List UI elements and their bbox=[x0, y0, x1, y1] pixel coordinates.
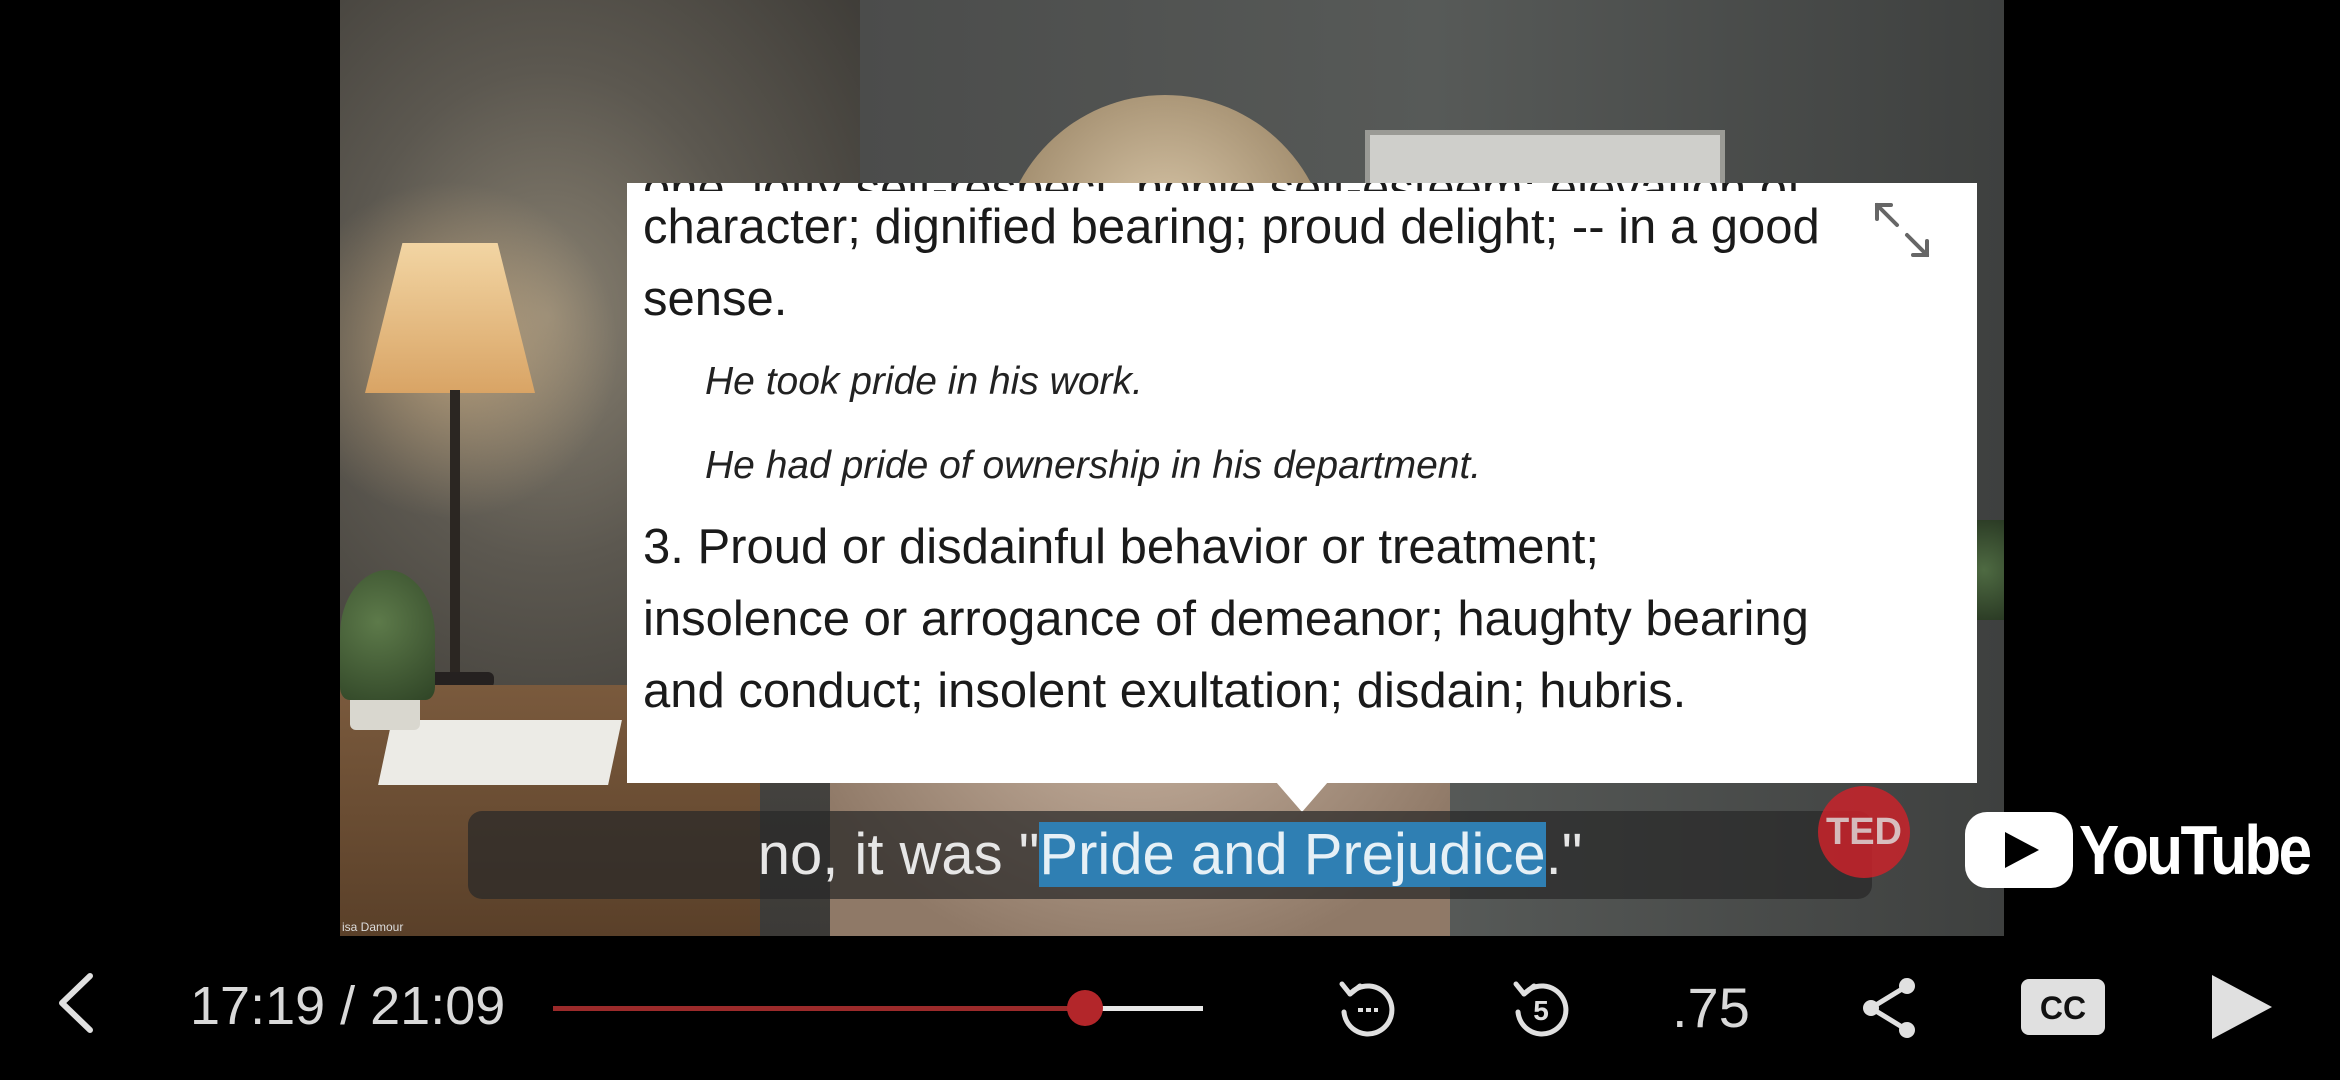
share-button[interactable] bbox=[1845, 962, 1935, 1052]
cc-icon: CC bbox=[2021, 979, 2105, 1035]
share-icon bbox=[1863, 978, 1915, 1038]
plant bbox=[340, 570, 435, 700]
example-1: He took pride in his work. bbox=[705, 360, 1143, 403]
svg-text:CC: CC bbox=[2040, 990, 2086, 1026]
seek-knob[interactable] bbox=[1067, 990, 1103, 1026]
replay-icon bbox=[1339, 981, 1395, 1037]
definition-line-2: sense. bbox=[643, 272, 788, 326]
caption-before: no, it was " bbox=[757, 822, 1040, 887]
play-icon bbox=[2212, 975, 2272, 1039]
definition-3-line-3: and conduct; insolent exultation; disdai… bbox=[643, 664, 1687, 718]
lamp-pole bbox=[450, 390, 460, 690]
play-button[interactable] bbox=[2195, 962, 2285, 1052]
back-icon[interactable] bbox=[48, 968, 108, 1038]
youtube-play-icon bbox=[1965, 812, 2073, 888]
replay-button[interactable] bbox=[1322, 962, 1412, 1052]
expand-arrows-icon[interactable] bbox=[1867, 195, 1937, 265]
caption-text: no, it was "Pride and Prejudice." bbox=[468, 811, 1872, 899]
rewind-5-icon: 5 bbox=[1513, 981, 1569, 1037]
caption-after: ." bbox=[1545, 822, 1583, 887]
playback-speed[interactable]: .75 bbox=[1672, 975, 1750, 1040]
definition-line-1: character; dignified bearing; proud deli… bbox=[643, 200, 1820, 254]
caption-highlight[interactable]: Pride and Prejudice bbox=[1039, 822, 1546, 887]
seek-played bbox=[553, 1006, 1085, 1011]
youtube-logo[interactable]: YouTube bbox=[1965, 810, 2340, 890]
example-2: He had pride of ownership in his departm… bbox=[705, 444, 1482, 487]
cc-button[interactable]: CC bbox=[2018, 962, 2108, 1052]
caption-box[interactable]: no, it was "Pride and Prejudice." bbox=[468, 811, 1872, 899]
definition-3-line-1: 3. Proud or disdainful behavior or treat… bbox=[643, 520, 1600, 574]
popup-pointer bbox=[1276, 782, 1328, 812]
speaker-tag: isa Damour bbox=[342, 920, 404, 934]
ted-logo: TED bbox=[1818, 786, 1910, 878]
rewind-5-button[interactable]: 5 bbox=[1496, 962, 1586, 1052]
youtube-wordmark: YouTube bbox=[2079, 811, 2312, 889]
definition-clipped-line: one, lofty self-respect, noble self-este… bbox=[643, 183, 1961, 191]
definition-3-line-2: insolence or arrogance of demeanor; haug… bbox=[643, 592, 1809, 646]
svg-text:5: 5 bbox=[1533, 995, 1549, 1026]
definition-popup[interactable]: one, lofty self-respect, noble self-este… bbox=[627, 183, 1977, 783]
time-display: 17:19 / 21:09 bbox=[190, 976, 506, 1036]
definition-3: 3. Proud or disdainful behavior or treat… bbox=[643, 511, 1961, 727]
